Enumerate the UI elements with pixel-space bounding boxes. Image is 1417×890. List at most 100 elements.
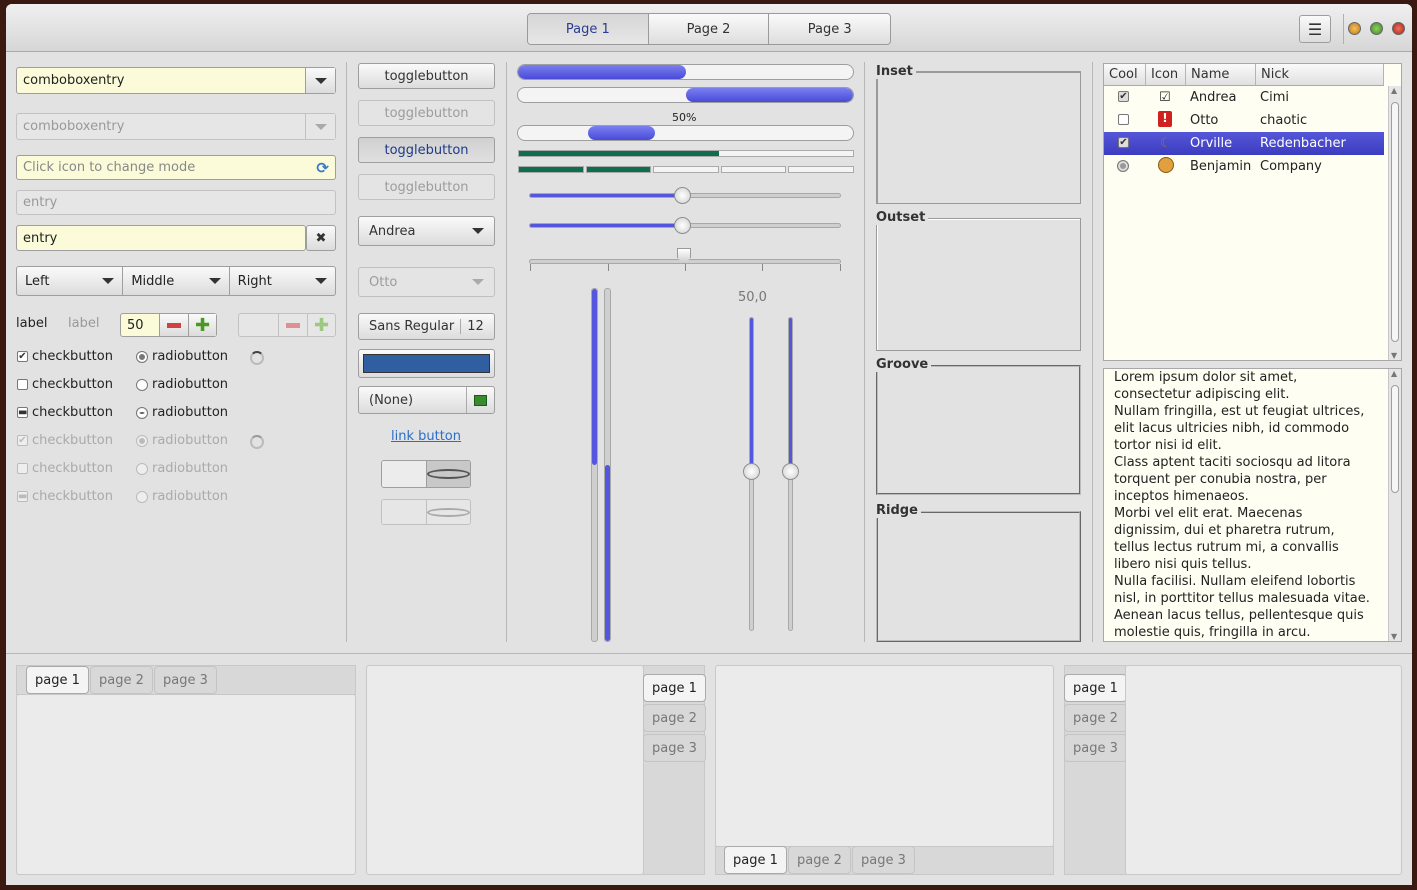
checkbox-3[interactable]: ▬ <box>17 407 28 418</box>
vscale-2-knob[interactable] <box>782 463 799 480</box>
tree-row[interactable]: Benjamin Company <box>1104 155 1384 178</box>
text-scrollbar[interactable]: ▲ ▼ <box>1388 369 1401 641</box>
color-button[interactable] <box>358 349 495 378</box>
notebook-3-tab-1[interactable]: page 1 <box>724 846 787 874</box>
font-button[interactable]: Sans Regular 12 <box>358 313 495 340</box>
radio-1[interactable] <box>136 351 148 363</box>
combo-andrea-label: Andrea <box>369 223 416 239</box>
clear-button[interactable]: ✖ <box>306 225 336 251</box>
spin-button[interactable]: 50 ✚ <box>120 313 217 337</box>
notebook-1-tab-3[interactable]: page 3 <box>154 666 217 694</box>
column-header-nick[interactable]: Nick <box>1256 64 1384 86</box>
notebook-2-tab-1[interactable]: page 1 <box>643 674 706 702</box>
notebook-2-tab-3[interactable]: page 3 <box>643 734 706 762</box>
refresh-icon[interactable]: ⟳ <box>316 159 329 177</box>
entry-field[interactable]: entry <box>16 225 306 251</box>
frame-outset <box>876 218 1081 351</box>
tree-row[interactable]: ✔ ☑ Andrea Cimi <box>1104 86 1384 109</box>
hscale-2-knob[interactable] <box>674 217 691 234</box>
hscale-1-knob[interactable] <box>674 187 691 204</box>
checkbox-2[interactable] <box>17 379 28 390</box>
cool-checkbox[interactable] <box>1118 114 1129 125</box>
notebook-4-tab-2[interactable]: page 2 <box>1064 704 1127 732</box>
notebook-4-tab-3[interactable]: page 3 <box>1064 734 1127 762</box>
column-header-icon[interactable]: Icon <box>1146 64 1186 86</box>
progress-bar-1-fill <box>518 65 686 79</box>
minimize-icon[interactable] <box>1348 22 1361 35</box>
tree-row-selected[interactable]: ✔ ☾ Orville Redenbacher <box>1104 132 1384 155</box>
maximize-icon[interactable] <box>1370 22 1383 35</box>
text-scrollbar-thumb[interactable] <box>1391 385 1399 493</box>
notebook-1-page <box>16 694 356 875</box>
radio-2[interactable] <box>136 379 148 391</box>
switch-off[interactable] <box>381 460 471 488</box>
scroll-down-icon[interactable]: ▼ <box>1391 351 1397 360</box>
radio-6 <box>136 491 148 503</box>
column-header-cool[interactable]: Cool <box>1104 64 1146 86</box>
combo-andrea[interactable]: Andrea <box>358 216 495 246</box>
scroll-down-icon[interactable]: ▼ <box>1391 632 1397 641</box>
tick-mark <box>840 264 841 271</box>
switch-track <box>382 500 427 524</box>
comboboxentry-1[interactable]: comboboxentry <box>16 67 336 94</box>
menu-button[interactable]: ☰ <box>1299 15 1331 43</box>
switch-off-icon <box>426 469 470 479</box>
tree-scrollbar[interactable]: ▲ ▼ <box>1388 86 1401 360</box>
font-size: 12 <box>467 319 484 334</box>
checkbutton-3[interactable]: checkbutton <box>32 405 113 420</box>
radiobutton-1[interactable]: radiobutton <box>152 349 228 364</box>
scroll-up-icon[interactable]: ▲ <box>1391 369 1397 378</box>
spin-plus-button[interactable]: ✚ <box>188 314 216 336</box>
scroll-up-icon[interactable]: ▲ <box>1391 86 1397 95</box>
stack-page-1[interactable]: Page 1 <box>528 14 649 44</box>
notebook-3-tab-2[interactable]: page 2 <box>788 846 851 874</box>
notebook-4-tab-1[interactable]: page 1 <box>1064 674 1127 702</box>
cool-radio[interactable] <box>1117 160 1129 172</box>
cool-checkbox[interactable]: ✔ <box>1118 137 1129 148</box>
radiobutton-3[interactable]: radiobutton <box>152 405 228 420</box>
stack-page-2[interactable]: Page 2 <box>649 14 770 44</box>
checkbox-1[interactable]: ✔ <box>17 351 28 362</box>
vscale-value: 50,0 <box>738 290 767 305</box>
togglebutton-1[interactable]: togglebutton <box>358 63 495 89</box>
tree-row[interactable]: ! Otto chaotic <box>1104 109 1384 132</box>
comboboxentry-1-dropdown[interactable] <box>305 68 335 93</box>
notebook-1-tab-1[interactable]: page 1 <box>26 666 89 694</box>
file-chooser-button[interactable]: (None) <box>358 386 495 414</box>
chevron-down-icon <box>472 279 484 285</box>
cool-checkbox[interactable]: ✔ <box>1118 91 1129 102</box>
combo-middle[interactable]: Middle <box>123 267 230 295</box>
text-view[interactable]: Lorem ipsum dolor sit amet, consectetur a… <box>1103 368 1402 642</box>
notebook-1-tab-2[interactable]: page 2 <box>90 666 153 694</box>
frame-groove-title: Groove <box>876 357 932 372</box>
radiobutton-6: radiobutton <box>152 489 229 504</box>
vscale-1-knob[interactable] <box>743 463 760 480</box>
tree-scrollbar-thumb[interactable] <box>1391 102 1399 342</box>
notebook-3-tab-3[interactable]: page 3 <box>852 846 915 874</box>
frame-inset <box>876 71 1081 204</box>
clear-icon: ✖ <box>315 230 327 246</box>
column-header-name[interactable]: Name <box>1186 64 1256 86</box>
togglebutton-3[interactable]: togglebutton <box>358 137 495 163</box>
window: Page 1 Page 2 Page 3 ☰ comboboxentry com… <box>6 4 1412 885</box>
notebook-2-tab-2[interactable]: page 2 <box>643 704 706 732</box>
font-name: Sans Regular <box>359 319 462 334</box>
text-line: Nullam fringilla, est ut feugiat ultrice… <box>1114 404 1365 419</box>
checkbutton-1[interactable]: checkbutton <box>32 349 113 364</box>
stack-page-3[interactable]: Page 3 <box>769 14 890 44</box>
checkbutton-2[interactable]: checkbutton <box>32 377 113 392</box>
combo-left[interactable]: Left <box>17 267 124 295</box>
icon-entry-placeholder: Click icon to change mode <box>23 160 196 175</box>
spin-minus-button[interactable] <box>159 314 188 336</box>
radiobutton-2[interactable]: radiobutton <box>152 377 228 392</box>
text-line: molestie quis, fringilla in arcu. <box>1114 625 1311 640</box>
link-button[interactable]: link button <box>391 429 461 444</box>
close-icon[interactable] <box>1392 22 1405 35</box>
notebook-4-page <box>1125 665 1402 875</box>
icon-entry[interactable]: Click icon to change mode ⟳ <box>16 155 336 180</box>
combo-right[interactable]: Right <box>230 267 335 295</box>
combo-left-label: Left <box>25 273 50 289</box>
radio-3[interactable] <box>136 407 148 419</box>
plus-icon: ✚ <box>313 314 330 336</box>
combo-group: Left Middle Right <box>16 266 336 296</box>
